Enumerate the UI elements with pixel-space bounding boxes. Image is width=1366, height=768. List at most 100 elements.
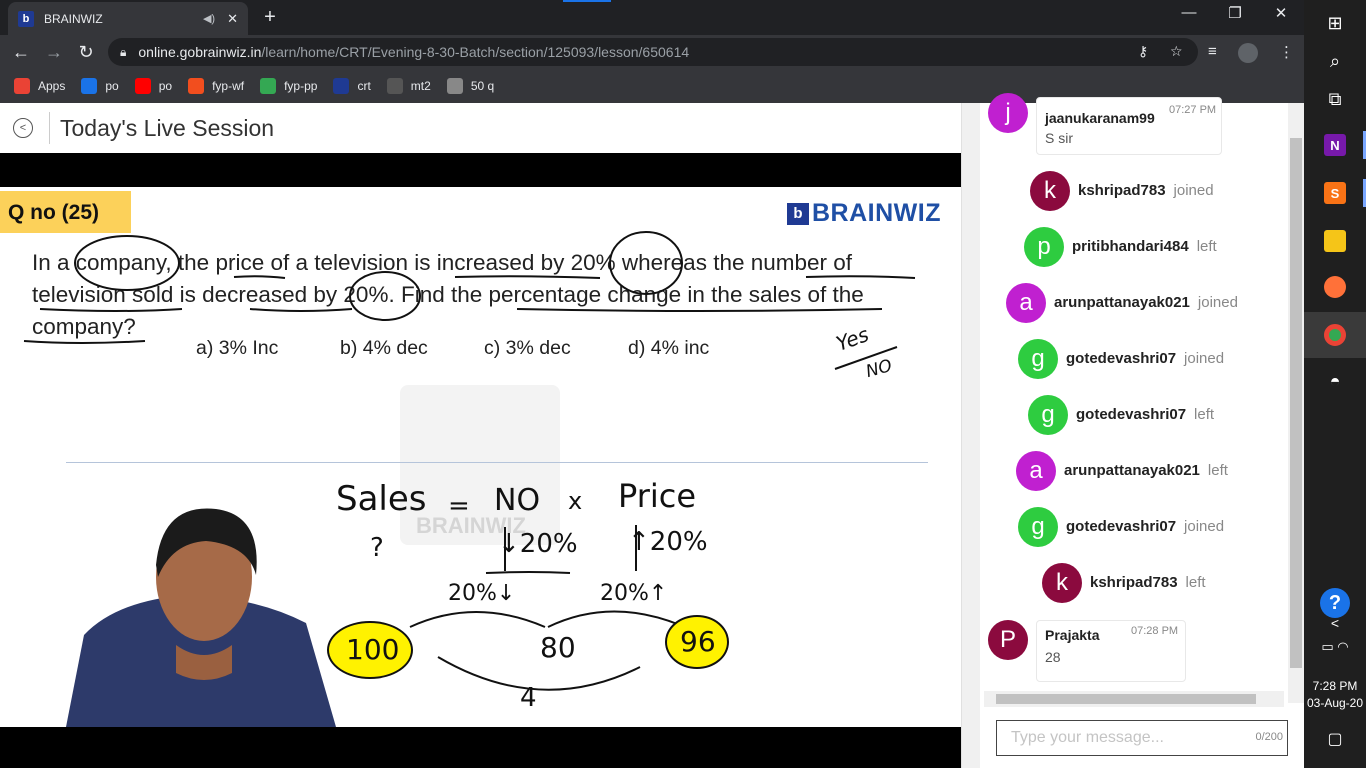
message-text: 28: [1045, 649, 1061, 665]
firefox-icon[interactable]: [1304, 264, 1366, 310]
minimize-button[interactable]: —: [1166, 4, 1212, 21]
chat-event: gotedevashri07 joined: [1066, 350, 1224, 367]
avatar-letter: P: [999, 626, 1016, 653]
system-clock[interactable]: 7:28 PM 03-Aug-20: [1304, 678, 1366, 712]
avatar-letter: g: [1041, 401, 1055, 428]
bookmark-0[interactable]: Apps: [14, 78, 65, 94]
clock-date: 03-Aug-20: [1306, 696, 1364, 710]
bookmark-5[interactable]: crt: [333, 78, 371, 94]
avatar-letter: g: [1031, 345, 1045, 372]
bookmark-6[interactable]: mt2: [386, 78, 431, 94]
chat-scroll-thumb[interactable]: [1290, 138, 1302, 668]
restore-button[interactable]: ❐: [1212, 4, 1258, 22]
avatar-letter: a: [1029, 457, 1043, 484]
video-player[interactable]: Q no (25) b BRAINWIZ BRAINWIZ In a compa…: [0, 153, 961, 768]
avatar-letter: k: [1044, 177, 1056, 204]
forward-icon[interactable]: →: [43, 41, 65, 63]
file-explorer-icon[interactable]: [1304, 218, 1366, 264]
event-user: kshripad783: [1078, 182, 1166, 199]
e-icon: [81, 78, 98, 94]
tab-close-icon[interactable]: ✕: [227, 11, 238, 27]
chat-input[interactable]: Type your message... 0/200: [996, 720, 1288, 756]
camera-app-icon[interactable]: ◓: [1304, 358, 1366, 404]
bookmark-7[interactable]: 50 q: [446, 78, 495, 94]
bookmark-label: po: [158, 79, 173, 93]
horizontal-scrollbar[interactable]: [984, 691, 1284, 707]
handwritten-price: Price: [618, 477, 697, 515]
handwritten-4: 4: [520, 683, 537, 713]
page-title: Today's Live Session: [60, 114, 275, 141]
browser-toolbar: ← → ↻ 🔒︎ online.gobrainwiz.in/learn/home…: [0, 35, 1304, 69]
avatar: k: [1042, 563, 1082, 603]
battery-wifi-icon[interactable]: ▭ ◠: [1304, 632, 1366, 662]
browser-tab[interactable]: b BRAINWIZ ◀) ✕: [8, 2, 248, 35]
back-icon[interactable]: ←: [10, 41, 32, 63]
left-scrollbar[interactable]: [962, 103, 980, 768]
handwritten-step-up: 20%↑: [600, 581, 668, 606]
handwritten-80: 80: [540, 631, 576, 664]
event-action: joined: [1173, 182, 1214, 199]
bookmark-3[interactable]: fyp-wf: [188, 78, 244, 94]
chat-event: gotedevashri07 left: [1076, 406, 1214, 423]
globe-icon: [446, 78, 463, 94]
event-action: joined: [1197, 294, 1238, 311]
message-text: S sir: [1045, 130, 1073, 146]
media-queue-icon[interactable]: ≡: [1208, 43, 1217, 60]
onenote-icon[interactable]: N: [1304, 122, 1366, 168]
chat-input-placeholder: Type your message...: [1011, 729, 1164, 746]
chat-message: jaanukaranam99 07:27 PM S sir: [1036, 97, 1222, 155]
new-tab-button[interactable]: +: [260, 6, 280, 29]
reload-icon[interactable]: ↻: [75, 41, 97, 63]
profile-avatar[interactable]: [1238, 43, 1258, 63]
bookmark-4[interactable]: fyp-pp: [260, 78, 317, 94]
chat-event: kshripad783 joined: [1078, 182, 1214, 199]
audio-icon[interactable]: ◀): [203, 12, 215, 25]
sublime-icon[interactable]: S: [1304, 170, 1366, 216]
bookmark-1[interactable]: po: [81, 78, 119, 94]
close-window-button[interactable]: ✕: [1258, 4, 1304, 22]
horizontal-scroll-thumb[interactable]: [996, 694, 1256, 704]
tab-title: BRAINWIZ: [44, 11, 103, 26]
avatar: g: [1028, 395, 1068, 435]
back-circle-icon[interactable]: <: [13, 118, 33, 138]
lock-icon[interactable]: 🔒︎: [120, 45, 126, 60]
handwritten-step-down: 20%↓: [448, 581, 516, 606]
handwritten-equals: =: [448, 491, 470, 521]
event-action: left: [1185, 574, 1206, 591]
chat-panel: j jaanukaranam99 07:27 PM S sir k kshripa…: [961, 93, 1304, 768]
chat-scrollbar[interactable]: [1288, 103, 1304, 703]
event-user: pritibhandari484: [1072, 238, 1189, 255]
menu-icon[interactable]: ⋮: [1279, 43, 1294, 61]
clock-time: 7:28 PM: [1312, 679, 1358, 693]
handwritten-100: 100: [346, 633, 400, 666]
avatar-letter: p: [1037, 233, 1051, 260]
key-icon[interactable]: ⚷: [1138, 43, 1148, 60]
event-action: left: [1207, 462, 1228, 479]
handwritten-question-mark: ?: [370, 533, 384, 563]
presenter-video: [66, 508, 336, 727]
char-count: 0/200: [1255, 731, 1283, 743]
star-icon[interactable]: ☆: [1170, 43, 1183, 60]
avatar: a: [1006, 283, 1046, 323]
bookmark-label: crt: [357, 79, 371, 93]
chat-event: arunpattanayak021 left: [1064, 462, 1228, 479]
avatar-letter: j: [1005, 99, 1011, 126]
chat-event: pritibhandari484 left: [1072, 238, 1217, 255]
avatar-letter: k: [1056, 569, 1068, 596]
chrome-icon[interactable]: [1304, 312, 1366, 358]
bookmark-label: 50 q: [470, 79, 495, 93]
avatar: k: [1030, 171, 1070, 211]
url-path: /learn/home/CRT/Evening-8-30-Batch/secti…: [261, 44, 690, 60]
chat-event: gotedevashri07 joined: [1066, 518, 1224, 535]
event-action: left: [1194, 406, 1215, 423]
apps-grid-icon: [14, 78, 30, 94]
avatar-letter: a: [1019, 289, 1033, 316]
bookmark-2[interactable]: po: [134, 78, 173, 94]
chat-event: arunpattanayak021 joined: [1054, 294, 1238, 311]
address-bar[interactable]: 🔒︎ online.gobrainwiz.in/learn/home/CRT/E…: [108, 38, 1198, 66]
slide: Q no (25) b BRAINWIZ BRAINWIZ In a compa…: [0, 187, 961, 727]
task-view-icon[interactable]: ⧉: [1304, 76, 1366, 122]
header-divider: [49, 112, 50, 144]
notification-icon[interactable]: ▢: [1304, 716, 1366, 762]
event-user: gotedevashri07: [1076, 406, 1187, 423]
